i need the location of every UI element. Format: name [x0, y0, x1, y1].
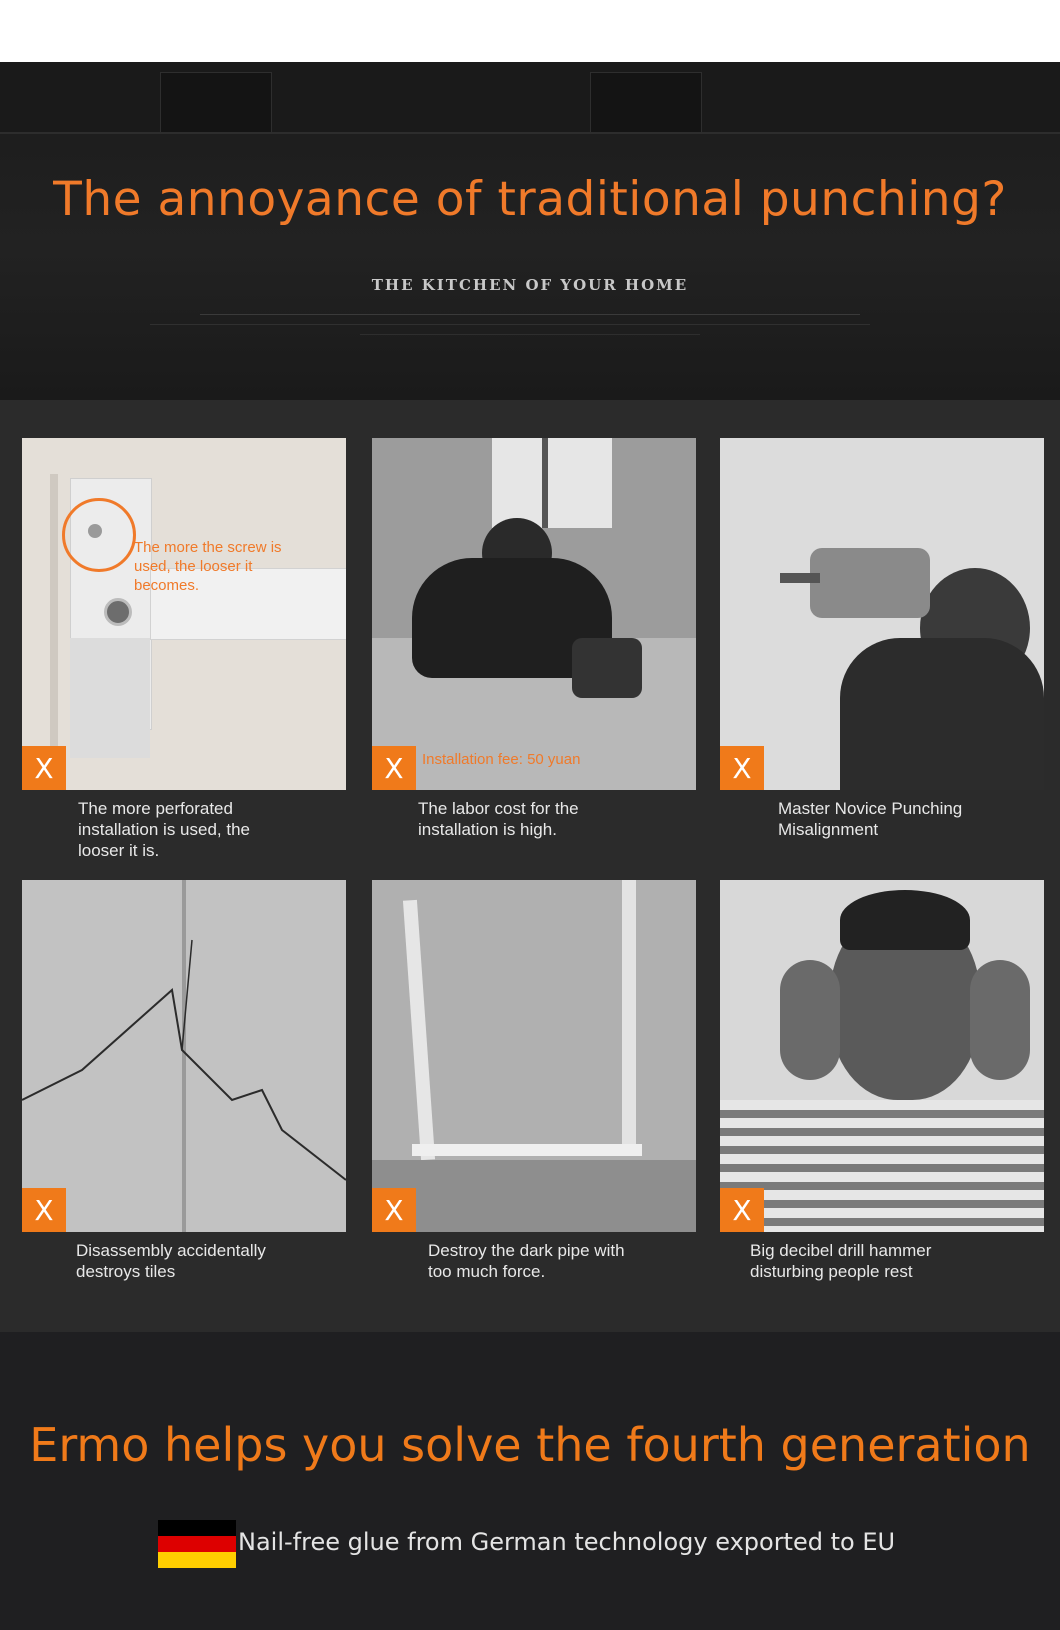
hero-window-left	[160, 72, 272, 134]
card-photo: X	[372, 880, 696, 1232]
pipe-vertical	[402, 899, 436, 1161]
hero-title: The annoyance of traditional punching?	[53, 172, 1007, 227]
hero-rule	[200, 314, 860, 315]
x-mark-icon: X	[720, 1188, 764, 1232]
card-caption: Destroy the dark pipe with too much forc…	[428, 1240, 648, 1282]
solution-banner: Ermo helps you solve the fourth generati…	[0, 1332, 1060, 1630]
pipe-horizontal	[412, 1144, 642, 1156]
man-hair	[840, 890, 970, 950]
hero-window-right	[590, 72, 702, 134]
hero-subtitle: THE KITCHEN OF YOUR HOME	[371, 276, 689, 294]
card-caption-text: Destroy the dark pipe with too much forc…	[428, 1241, 625, 1281]
hero-rule-3	[360, 334, 700, 335]
card-caption-text: Disassembly accidentally destroys tiles	[76, 1241, 266, 1281]
window-frame	[542, 438, 548, 528]
drill-bit	[780, 573, 820, 583]
german-flag-icon	[158, 1520, 236, 1568]
card-caption: The more perforated installation is used…	[78, 798, 298, 861]
card-photo: X	[22, 880, 346, 1232]
card-photo: X	[720, 438, 1044, 790]
card-caption-text: The more perforated installation is used…	[78, 799, 250, 860]
card-photo: The more the screw is used, the looser i…	[22, 438, 346, 790]
overlay-note: The more the screw is used, the looser i…	[134, 539, 282, 594]
card-caption: The labor cost for the installation is h…	[418, 798, 638, 840]
card-caption-text: Master Novice Punching Misalignment	[778, 799, 963, 839]
overlay-note: Installation fee: 50 yuan	[422, 751, 581, 768]
x-mark-icon: X	[22, 1188, 66, 1232]
worker-leg	[572, 638, 642, 698]
x-mark-icon: X	[372, 1188, 416, 1232]
worker-body	[840, 638, 1044, 790]
hero-banner: The annoyance of traditional punching? T…	[0, 62, 1060, 400]
hero-divider	[0, 132, 1060, 134]
bracket-lower	[70, 638, 150, 758]
pipe-right	[622, 880, 636, 1150]
hand-left-icon	[780, 960, 840, 1080]
x-mark-icon: X	[372, 746, 416, 790]
drill-icon	[810, 548, 930, 618]
card-photo: Installation fee: 50 yuan X	[372, 438, 696, 790]
card-caption-text: Big decibel drill hammer disturbing peop…	[750, 1241, 932, 1281]
window	[492, 438, 612, 528]
x-mark-icon: X	[22, 746, 66, 790]
card-caption: Master Novice Punching Misalignment	[778, 798, 1018, 840]
x-mark-icon: X	[720, 746, 764, 790]
solution-title: Ermo helps you solve the fourth generati…	[29, 1418, 1031, 1472]
wall-edge	[50, 474, 58, 790]
floor	[372, 1160, 696, 1232]
hero-rule-2	[150, 324, 870, 325]
solution-tagline: Nail-free glue from German technology ex…	[238, 1528, 896, 1556]
top-spacer	[0, 0, 1060, 62]
striped-shirt	[720, 1100, 1044, 1232]
screw-icon	[104, 598, 132, 626]
card-caption-text: The labor cost for the installation is h…	[418, 799, 579, 839]
card-photo: X	[720, 880, 1044, 1232]
card-caption: Disassembly accidentally destroys tiles	[76, 1240, 276, 1282]
hand-right-icon	[970, 960, 1030, 1080]
card-caption: Big decibel drill hammer disturbing peop…	[750, 1240, 990, 1282]
screw-head-icon	[88, 524, 102, 538]
crack-icon	[22, 939, 346, 1181]
problem-grid: The more the screw is used, the looser i…	[0, 400, 1060, 1332]
hero-shelf-shadow	[0, 62, 1060, 132]
